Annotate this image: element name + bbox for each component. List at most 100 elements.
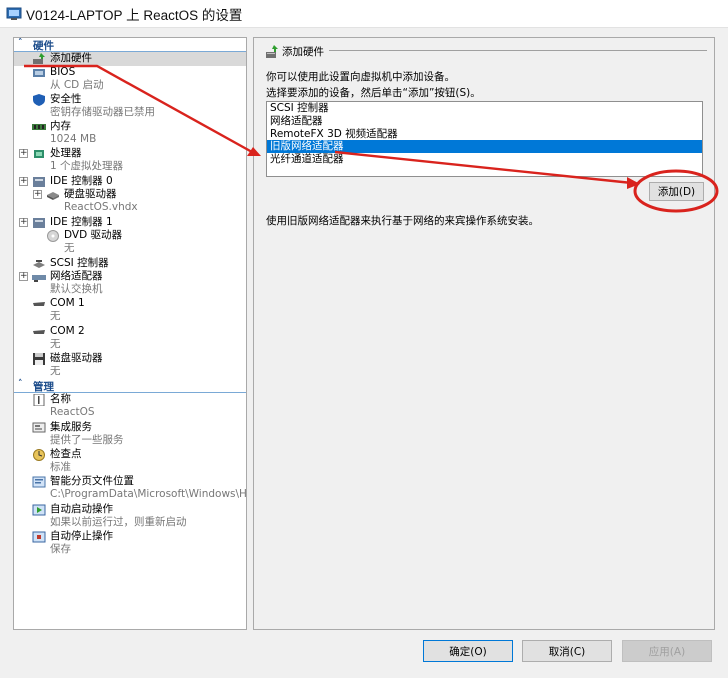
tree-item-integration-services-1[interactable]: 集成服务 提供了一些服务 bbox=[14, 421, 246, 448]
tree-item-subtext: 1024 MB bbox=[50, 133, 97, 146]
tree-item-add-hardware-0[interactable]: 添加硬件 bbox=[14, 52, 246, 66]
tree-item-hard-drive-6[interactable]: + 硬盘驱动器 ReactOS.vhdx bbox=[14, 188, 246, 215]
tree-item-label: 网络适配器 bbox=[50, 270, 103, 283]
device-option[interactable]: 光纤通道适配器 bbox=[267, 153, 702, 166]
add-device-button[interactable]: 添加(D) bbox=[649, 182, 704, 201]
tree-item-subtext: 保存 bbox=[50, 542, 71, 555]
tree-item-label: 内存 bbox=[50, 120, 71, 133]
tree-item-label: COM 1 bbox=[50, 297, 85, 310]
panel-instruction: 选择要添加的设备，然后单击“添加”按钮(S)。 bbox=[266, 87, 481, 99]
floppy-icon bbox=[32, 353, 46, 366]
dvd-icon bbox=[46, 230, 60, 243]
tree-item-memory-3[interactable]: 内存 1024 MB bbox=[14, 120, 246, 147]
tree-item-subtext: 默认交换机 bbox=[50, 283, 103, 296]
shield-icon bbox=[32, 93, 46, 106]
tree-item-label: IDE 控制器 1 bbox=[50, 215, 113, 228]
tree-item-label: 智能分页文件位置 bbox=[50, 475, 134, 488]
tree-item-subtext: C:\ProgramData\Microsoft\Windows\Hyper-V bbox=[50, 488, 247, 501]
tree-item-com-port-11[interactable]: COM 1无 bbox=[14, 297, 246, 324]
paging-file-icon bbox=[32, 476, 46, 488]
tree-item-subtext: ReactOS bbox=[50, 406, 95, 419]
tree-item-paging-file-3[interactable]: 智能分页文件位置 C:\ProgramData\Microsoft\Windows… bbox=[14, 475, 246, 502]
tree-item-com-port-12[interactable]: COM 2无 bbox=[14, 325, 246, 352]
tree-item-label: 自动停止操作 bbox=[50, 529, 113, 542]
device-option[interactable]: SCSI 控制器 bbox=[267, 102, 702, 115]
add-hardware-icon bbox=[266, 45, 278, 58]
expand-plus-icon[interactable]: + bbox=[19, 272, 28, 282]
integration-services-icon bbox=[32, 422, 46, 434]
panel-description: 你可以使用此设置向虚拟机中添加设备。 bbox=[266, 71, 455, 83]
tree-item-subtext: 无 bbox=[64, 242, 75, 255]
ok-button[interactable]: 确定(O) bbox=[423, 640, 513, 662]
settings-tree[interactable]: ˄ 硬件 添加硬件 BIOS 从 CD 启动 安全性 密钥存储驱动器已禁用 内存 1024 … bbox=[13, 37, 247, 630]
tree-item-label: SCSI 控制器 bbox=[50, 256, 109, 269]
tree-item-label: 硬盘驱动器 bbox=[64, 188, 117, 201]
tree-item-label: 名称 bbox=[50, 393, 71, 406]
title-bar: V0124-LAPTOP 上 ReactOS 的设置 bbox=[0, 0, 728, 28]
section-header-hardware[interactable]: ˄ 硬件 bbox=[14, 38, 246, 52]
tree-item-shield-2[interactable]: 安全性 密钥存储驱动器已禁用 bbox=[14, 93, 246, 120]
tree-item-name-0[interactable]: 名称 ReactOS bbox=[14, 393, 246, 420]
network-adapter-icon bbox=[32, 271, 46, 283]
tree-item-label: 处理器 bbox=[50, 147, 82, 160]
tree-item-floppy-13[interactable]: 磁盘驱动器无 bbox=[14, 352, 246, 379]
panel-title: 添加硬件 bbox=[282, 46, 324, 58]
tree-item-label: 磁盘驱动器 bbox=[50, 352, 103, 365]
tree-item-label: 自动启动操作 bbox=[50, 502, 113, 515]
tree-item-label: BIOS bbox=[50, 65, 76, 78]
tree-item-subtext: 提供了一些服务 bbox=[50, 433, 124, 446]
com-port-icon bbox=[32, 298, 46, 310]
collapse-chevron-icon[interactable]: ˄ bbox=[18, 379, 23, 389]
tree-item-subtext: 如果以前运行过，则重新启动 bbox=[50, 515, 187, 528]
tree-item-ide-controller-7[interactable]: + IDE 控制器 1 bbox=[14, 216, 246, 230]
ide-controller-icon bbox=[32, 217, 46, 229]
tree-item-subtext: 无 bbox=[50, 365, 61, 378]
tree-item-label: 安全性 bbox=[50, 92, 82, 105]
tree-item-auto-stop-5[interactable]: 自动停止操作 保存 bbox=[14, 530, 246, 557]
tree-item-ide-controller-5[interactable]: + IDE 控制器 0 bbox=[14, 175, 246, 189]
expand-plus-icon[interactable]: + bbox=[19, 149, 28, 159]
cancel-button[interactable]: 取消(C) bbox=[522, 640, 612, 662]
device-option[interactable]: 旧版网络适配器 bbox=[267, 140, 702, 154]
hyper-v-settings-icon bbox=[6, 7, 22, 20]
tree-item-subtext: ReactOS.vhdx bbox=[64, 201, 138, 214]
tree-item-label: COM 2 bbox=[50, 324, 85, 337]
processor-icon bbox=[32, 148, 46, 160]
com-port-icon bbox=[32, 326, 46, 338]
tree-item-bios-chip-1[interactable]: BIOS 从 CD 启动 bbox=[14, 66, 246, 93]
window-title: V0124-LAPTOP 上 ReactOS 的设置 bbox=[26, 8, 243, 23]
tree-item-subtext: 密钥存储驱动器已禁用 bbox=[50, 105, 155, 118]
expand-plus-icon[interactable]: + bbox=[19, 217, 28, 227]
tree-item-label: 检查点 bbox=[50, 447, 82, 460]
tree-item-processor-4[interactable]: + 处理器 1 个虚拟处理器 bbox=[14, 147, 246, 174]
add-hardware-icon bbox=[32, 53, 46, 65]
device-option[interactable]: RemoteFX 3D 视频适配器 bbox=[267, 128, 702, 141]
add-hardware-panel: 添加硬件 你可以使用此设置向虚拟机中添加设备。 选择要添加的设备，然后单击“添加… bbox=[253, 37, 715, 630]
scsi-controller-icon bbox=[32, 258, 46, 270]
memory-icon bbox=[32, 121, 46, 133]
tree-item-checkpoint-2[interactable]: 检查点 标准 bbox=[14, 448, 246, 475]
expand-plus-icon[interactable]: + bbox=[33, 190, 42, 200]
checkpoint-icon bbox=[32, 448, 46, 461]
tree-item-auto-start-4[interactable]: 自动启动操作 如果以前运行过，则重新启动 bbox=[14, 503, 246, 530]
device-listbox[interactable]: SCSI 控制器 网络适配器 RemoteFX 3D 视频适配器 旧版网络适配器 光纤通… bbox=[266, 101, 703, 177]
device-info-text: 使用旧版网络适配器来执行基于网络的来宾操作系统安装。 bbox=[266, 215, 539, 227]
tree-item-dvd-8[interactable]: DVD 驱动器无 bbox=[14, 229, 246, 256]
collapse-chevron-icon[interactable]: ˄ bbox=[18, 38, 23, 48]
tree-item-subtext: 无 bbox=[50, 310, 61, 323]
hard-drive-icon bbox=[46, 189, 60, 201]
tree-item-scsi-controller-9[interactable]: SCSI 控制器 bbox=[14, 257, 246, 271]
apply-button[interactable]: 应用(A) bbox=[622, 640, 712, 662]
tree-item-subtext: 标准 bbox=[50, 460, 71, 473]
tree-item-label: DVD 驱动器 bbox=[64, 229, 123, 242]
device-option[interactable]: 网络适配器 bbox=[267, 115, 702, 128]
auto-start-icon bbox=[32, 504, 46, 516]
header-divider bbox=[329, 50, 707, 51]
tree-item-network-adapter-10[interactable]: + 网络适配器 默认交换机 bbox=[14, 270, 246, 297]
tree-item-subtext: 无 bbox=[50, 337, 61, 350]
tree-item-subtext: 从 CD 启动 bbox=[50, 78, 104, 91]
bios-chip-icon bbox=[32, 67, 46, 79]
section-header-management[interactable]: ˄ 管理 bbox=[14, 379, 246, 394]
expand-plus-icon[interactable]: + bbox=[19, 176, 28, 186]
tree-item-label: 集成服务 bbox=[50, 420, 92, 433]
